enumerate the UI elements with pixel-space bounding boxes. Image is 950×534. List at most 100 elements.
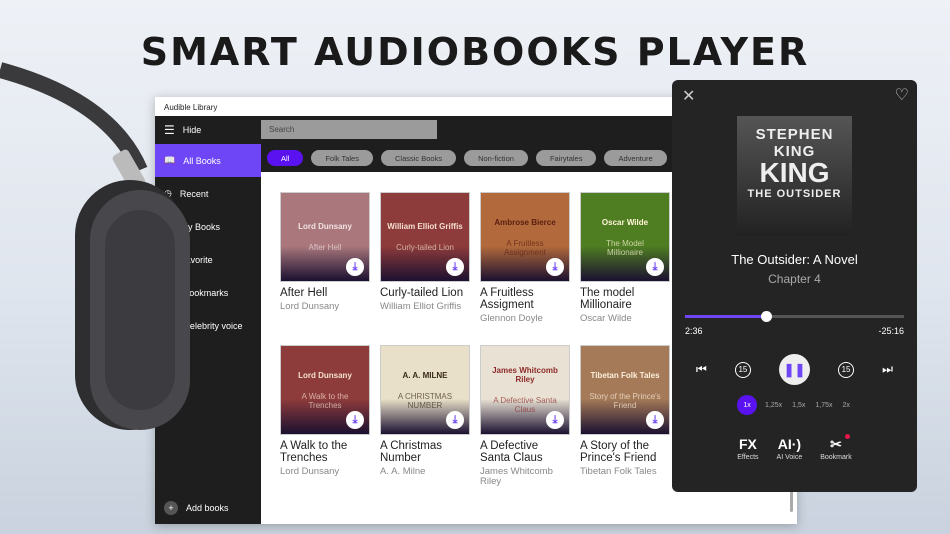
book-card[interactable]: James Whitcomb RileyA Defective Santa Cl… <box>480 345 570 498</box>
cover-bottom-text: Curly-tailed Lion <box>390 243 460 252</box>
menu-icon: ☰ <box>164 123 175 137</box>
cover-title: THE OUTSIDER <box>737 188 852 200</box>
cover-top-text: Ambrose Bierce <box>488 218 561 227</box>
speed-option[interactable]: 2x <box>841 402 852 409</box>
book-cover[interactable]: Lord DunsanyAfter Hell⤓ <box>280 192 370 282</box>
download-icon[interactable]: ⤓ <box>446 411 464 429</box>
filter-chip[interactable]: All <box>267 150 303 166</box>
action-bar: FXEffects AI·)AI Voice ✂Bookmark <box>672 436 917 461</box>
book-card[interactable]: A. A. MILNEA CHRISTMAS NUMBER⤓A Christma… <box>380 345 470 498</box>
book-cover[interactable]: Tibetan Folk Tales Story of the Prince's … <box>580 345 670 435</box>
book-title: A Story of the Prince's Friend <box>580 440 670 464</box>
cover-art: STEPHEN KING KING THE OUTSIDER <box>737 116 852 236</box>
cover-top-text: William Elliot Griffis <box>381 222 469 231</box>
sidebar-item-bookmarks[interactable]: 🔖Bookmarks <box>155 276 261 309</box>
download-icon[interactable]: ⤓ <box>446 258 464 276</box>
cover-bottom-text: Story of the Prince's Friend <box>581 392 669 410</box>
cover-top-text: Tibetan Folk Tales <box>584 371 665 380</box>
add-books-button[interactable]: + Add books <box>155 491 261 524</box>
cover-top-text: A. A. MILNE <box>396 371 453 380</box>
book-title: Curly-tailed Lion <box>380 287 470 299</box>
next-icon[interactable]: ⏭ <box>882 362 893 377</box>
cover-bottom-text: After Hell <box>303 243 348 252</box>
forward-15-icon[interactable]: 15 <box>838 362 854 378</box>
action-effects[interactable]: FXEffects <box>737 436 758 461</box>
close-icon[interactable]: ✕ <box>682 86 695 106</box>
book-author: A. A. Milne <box>380 467 470 477</box>
sidebar-item-celebrity-voice[interactable]: 🎙Celebrity voice <box>155 309 261 342</box>
chapter: Chapter 4 <box>672 272 917 286</box>
book-cover[interactable]: A. A. MILNE A CHRISTMAS NUMBER⤓ <box>380 345 470 435</box>
download-icon[interactable]: ⤓ <box>546 258 564 276</box>
previous-icon[interactable]: ⏮ <box>696 362 707 377</box>
heart-icon[interactable]: ♡ <box>895 85 909 105</box>
action-ai-voice[interactable]: AI·)AI Voice <box>777 436 803 461</box>
book-cover[interactable]: James Whitcomb RileyA Defective Santa Cl… <box>480 345 570 435</box>
sidebar-item-all-books[interactable]: 📖 All Books <box>155 144 261 177</box>
speed-selector: 1x 1,25x 1,5x 1,75x 2x <box>672 395 917 415</box>
book-card[interactable]: Lord DunsanyA Walk to the Trenches⤓A Wal… <box>280 345 370 498</box>
speed-option[interactable]: 1x <box>737 395 757 415</box>
label: All Books <box>183 156 221 166</box>
label: Add books <box>186 503 229 513</box>
action-icon: AI·) <box>777 436 803 454</box>
book-grid: Lord Dunsany After Hell ⤓ After Hell Lord Du… <box>280 192 670 498</box>
download-icon[interactable]: ⤓ <box>546 411 564 429</box>
book-cover[interactable]: Ambrose BierceA Fruitless Assignment⤓ <box>480 192 570 282</box>
cover-bottom-text: A CHRISTMAS NUMBER <box>381 392 469 410</box>
filter-chip[interactable]: Folk Tales <box>311 150 373 166</box>
label: Bookmarks <box>183 288 228 298</box>
book-author: Lord Dunsany <box>280 467 370 477</box>
book-card[interactable]: Ambrose BierceA Fruitless Assignment⤓ A F… <box>480 192 570 345</box>
speed-option[interactable]: 1,5x <box>790 402 807 409</box>
filter-chip[interactable]: Adventure <box>604 150 666 166</box>
label: Favorite <box>180 255 213 265</box>
progress-slider[interactable] <box>685 315 904 318</box>
pause-button[interactable]: ❚❚ <box>779 354 810 385</box>
remaining-time: -25:16 <box>878 326 904 336</box>
book-cover[interactable]: Oscar WildeThe Model Millionaire⤓ <box>580 192 670 282</box>
player-panel: ✕ ♡ STEPHEN KING KING THE OUTSIDER The O… <box>672 80 917 492</box>
book-author: William Elliot Griffis <box>380 302 470 312</box>
cover-bottom-text: A Walk to the Trenches <box>281 392 369 410</box>
action-label: AI Voice <box>777 454 803 461</box>
book-icon: 📖 <box>164 155 175 166</box>
filter-chip[interactable]: Non-fiction <box>464 150 528 166</box>
clock-icon: ◷ <box>164 188 172 199</box>
book-title: After Hell <box>280 287 370 299</box>
sidebar-item-favorite[interactable]: ♡ Favorite <box>155 243 261 276</box>
book-title: A Walk to the Trenches <box>280 440 370 464</box>
search-input[interactable]: Search <box>261 120 437 139</box>
hide-button[interactable]: ☰ Hide <box>155 116 261 144</box>
speed-option[interactable]: 1,25x <box>763 402 784 409</box>
book-card[interactable]: Lord DunsanyAfter Hell⤓After HellLord Du… <box>280 192 370 345</box>
book-card[interactable]: Tibetan Folk Tales Story of the Prince's … <box>580 345 670 498</box>
download-icon[interactable]: ⤓ <box>646 258 664 276</box>
book-card[interactable]: Oscar WildeThe Model Millionaire⤓The mod… <box>580 192 670 345</box>
filter-chip[interactable]: Classic Books <box>381 150 456 166</box>
filter-chip[interactable]: Fairytales <box>536 150 597 166</box>
action-bookmark[interactable]: ✂Bookmark <box>820 436 852 461</box>
elapsed-time: 2:36 <box>685 326 703 336</box>
book-title: A Fruitless Assigment <box>480 287 570 311</box>
label: Celebrity voice <box>183 321 242 331</box>
rewind-15-icon[interactable]: 15 <box>735 362 751 378</box>
sidebar-item-recent[interactable]: ◷Recent <box>155 177 261 210</box>
headline: SMART AUDIOBOOKS PLAYER <box>0 30 950 74</box>
speed-option[interactable]: 1,75x <box>813 402 834 409</box>
plus-icon: + <box>164 501 178 515</box>
heart-icon: ♡ <box>164 254 172 265</box>
book-cover[interactable]: William Elliot Griffis Curly-tailed Lion ⤓ <box>380 192 470 282</box>
action-label: Effects <box>737 454 758 461</box>
hide-label: Hide <box>183 125 202 135</box>
book-card[interactable]: William Elliot Griffis Curly-tailed Lion ⤓… <box>380 192 470 345</box>
book-cover[interactable]: Lord DunsanyA Walk to the Trenches⤓ <box>280 345 370 435</box>
sidebar-item-my-books[interactable]: ▤My Books <box>155 210 261 243</box>
download-icon[interactable]: ⤓ <box>346 411 364 429</box>
cover-bottom-text: The Model Millionaire <box>581 239 669 257</box>
download-icon[interactable]: ⤓ <box>346 258 364 276</box>
download-icon[interactable]: ⤓ <box>646 411 664 429</box>
action-icon: FX <box>737 436 758 454</box>
cover-author: STEPHEN KING <box>737 126 852 160</box>
book-title: A Defective Santa Claus <box>480 440 570 464</box>
